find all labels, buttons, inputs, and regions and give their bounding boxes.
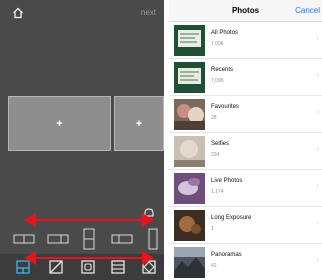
add-photo-icon: + [56,117,63,130]
editor-top-bar: next [0,0,164,26]
album-thumbnail [174,25,205,56]
chevron-right-icon: › [316,109,319,116]
chevron-right-icon: › [316,183,319,190]
chevron-right-icon: › [316,35,319,42]
album-row[interactable]: Live Photos 1,174 › [169,170,322,207]
album-thumbnail [174,136,205,167]
album-name: Panoramas [211,252,242,258]
chevron-right-icon: › [316,146,319,153]
layout-option-vertical-icon[interactable] [146,226,160,252]
album-name: Recents [211,67,234,73]
collage-slot-1[interactable]: + [8,96,111,151]
album-count: 28 [211,115,217,121]
layout-option-tall-icon[interactable] [80,226,98,252]
next-button[interactable]: next [141,8,156,17]
chevron-right-icon: › [316,72,319,79]
album-thumbnail [174,173,205,204]
photos-picker: Photos Cancel All Photos 7,096 › Recents… [169,0,322,280]
album-name: Selfies [211,141,230,147]
album-name: Live Photos [211,178,243,184]
album-count: 7,096 [211,78,224,84]
album-count: 1 [211,226,214,232]
collage-slot-2[interactable]: + [114,96,164,151]
album-count: 234 [211,152,220,158]
scroll-arrow-annotation [24,251,154,265]
album-row[interactable]: Selfies 234 › [169,133,322,170]
album-thumbnail [174,210,205,241]
layout-option-split-alt-icon[interactable] [110,226,134,252]
album-row[interactable]: Long Exposure 1 › [169,207,322,244]
photos-nav-bar: Photos Cancel [169,0,322,22]
layout-option-split-icon[interactable] [46,226,70,252]
layout-options-row [0,226,164,252]
album-row[interactable]: All Photos 7,096 › [169,22,322,59]
home-icon[interactable] [12,7,24,19]
album-row[interactable]: Panoramas 42 › [169,244,322,280]
album-thumbnail [174,247,205,278]
collage-canvas: + + [8,96,164,151]
album-row[interactable]: Favourites 28 › [169,96,322,133]
album-count: 1,174 [211,189,224,195]
album-thumbnail [174,99,205,130]
add-photo-icon: + [135,117,143,130]
album-row[interactable]: Recents 7,096 › [169,59,322,96]
chevron-right-icon: › [316,220,319,227]
album-name: Long Exposure [211,215,252,221]
chevron-right-icon: › [316,257,319,264]
album-name: All Photos [211,30,239,36]
album-count: 7,096 [211,41,224,47]
album-thumbnail [174,62,205,93]
cancel-button[interactable]: Cancel [295,6,320,15]
collage-editor-panel: next + + [0,0,164,280]
album-count: 42 [211,263,217,269]
album-name: Favourites [211,104,240,110]
layout-option-wide-icon[interactable] [12,226,36,252]
